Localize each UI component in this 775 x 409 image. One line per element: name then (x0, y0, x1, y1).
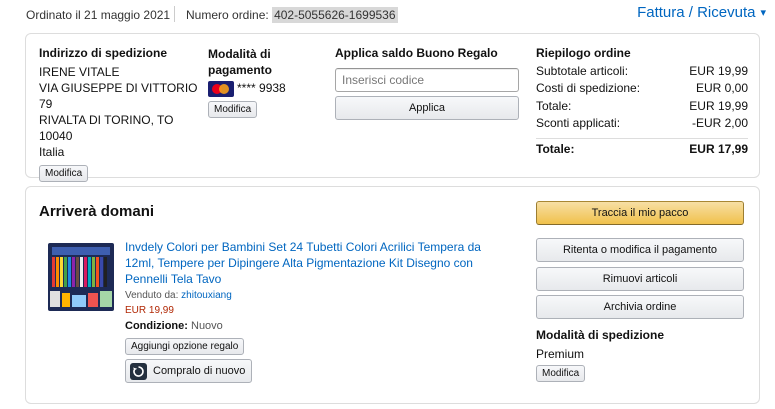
order-details-box: Indirizzo di spedizione IRENE VITALE VIA… (25, 33, 760, 182)
product-title-link[interactable]: Invdely Colori per Bambini Set 24 Tubett… (125, 239, 505, 287)
payment-method: Modalità di pagamento **** 9938 Modifica (208, 46, 308, 118)
summary-row: Sconti applicati: -EUR 2,00 (536, 116, 748, 133)
card-number: **** 9938 (237, 81, 286, 95)
mastercard-icon (208, 80, 234, 97)
header-divider (174, 6, 175, 22)
grand-total-row: Totale: EUR 17,99 (536, 142, 748, 159)
summary-heading: Riepilogo ordine (536, 46, 631, 60)
apply-button[interactable]: Applica (335, 96, 519, 120)
order-header: Ordinato il 21 maggio 2021 Numero ordine… (26, 0, 766, 30)
edit-shipping-method-button[interactable]: Modifica (536, 365, 586, 382)
order-date: Ordinato il 21 maggio 2021 (26, 8, 171, 22)
chevron-down-icon: ▾ (760, 7, 766, 19)
summary-value: EUR 19,99 (689, 64, 748, 78)
invoice-link[interactable]: Fattura / Ricevuta ▾ (637, 4, 766, 21)
seller-link[interactable]: zhitouxiang (181, 290, 232, 301)
condition-label: Condizione: (125, 320, 188, 332)
grand-total-label: Totale: (536, 142, 575, 156)
shipping-address-heading: Indirizzo di spedizione (39, 46, 168, 60)
payment-heading: Modalità di pagamento (208, 47, 273, 77)
archive-order-button[interactable]: Archivia ordine (536, 295, 744, 319)
sold-by-label: Venduto da: (125, 290, 179, 301)
summary-row: Totale: EUR 19,99 (536, 99, 748, 116)
condition-value: Nuovo (191, 320, 223, 332)
gift-code-input[interactable] (335, 68, 519, 92)
edit-payment-button[interactable]: Modifica (208, 100, 258, 118)
summary-divider (536, 138, 748, 139)
product-image[interactable] (46, 239, 118, 317)
seller-info: Venduto da: zhitouxiang (125, 290, 232, 301)
summary-value: -EUR 2,00 (691, 116, 748, 130)
payment-card: **** 9938 (208, 80, 308, 97)
order-summary: Riepilogo ordine Subtotale articoli: EUR… (536, 46, 748, 159)
shipping-method-value: Premium (536, 347, 585, 361)
edit-address-button[interactable]: Modifica (39, 165, 89, 182)
add-gift-option-button[interactable]: Aggiungi opzione regalo (125, 338, 245, 355)
shipment-box: Arriverà domani Invdely Colori per Bambi… (25, 186, 760, 404)
track-package-button[interactable]: Traccia il mio pacco (536, 201, 744, 225)
invoice-link-label: Fattura / Ricevuta (637, 4, 756, 21)
summary-value: EUR 0,00 (695, 81, 748, 95)
buy-again-icon (130, 363, 147, 380)
grand-total-value: EUR 17,99 (689, 142, 748, 156)
order-number: Numero ordine: 402-5055626-1699536 (186, 7, 398, 23)
summary-value: EUR 19,99 (689, 99, 748, 113)
summary-label: Costi di spedizione: (536, 81, 641, 95)
summary-row: Subtotale articoli: EUR 19,99 (536, 64, 748, 81)
address-line: VIA GIUSEPPE DI VITTORIO 79 (39, 81, 198, 111)
gift-card-heading: Applica saldo Buono Regalo (335, 46, 498, 60)
delivery-status: Arriverà domani (39, 203, 155, 220)
gift-card-section: Applica saldo Buono Regalo Applica (335, 46, 525, 120)
order-number-value: 402-5055626-1699536 (272, 7, 398, 23)
summary-label: Subtotale articoli: (536, 64, 629, 78)
summary-row: Costi di spedizione: EUR 0,00 (536, 81, 748, 98)
buy-again-button[interactable]: Compralo di nuovo (125, 359, 252, 383)
address-line: IRENE VITALE (39, 65, 120, 79)
product-condition: Condizione: Nuovo (125, 320, 223, 332)
order-number-label: Numero ordine: (186, 8, 269, 22)
remove-items-button[interactable]: Rimuovi articoli (536, 267, 744, 291)
address-line: RIVALTA DI TORINO, TO 10040 (39, 113, 174, 143)
shipping-address: Indirizzo di spedizione IRENE VITALE VIA… (39, 46, 209, 182)
summary-label: Totale: (536, 99, 572, 113)
product-price: EUR 19,99 (125, 305, 174, 316)
address-line: Italia (39, 145, 65, 159)
buy-again-label: Compralo di nuovo (153, 365, 246, 377)
summary-label: Sconti applicati: (536, 116, 621, 130)
shipping-method-heading: Modalità di spedizione (536, 328, 665, 342)
retry-payment-button[interactable]: Ritenta o modifica il pagamento (536, 238, 744, 262)
